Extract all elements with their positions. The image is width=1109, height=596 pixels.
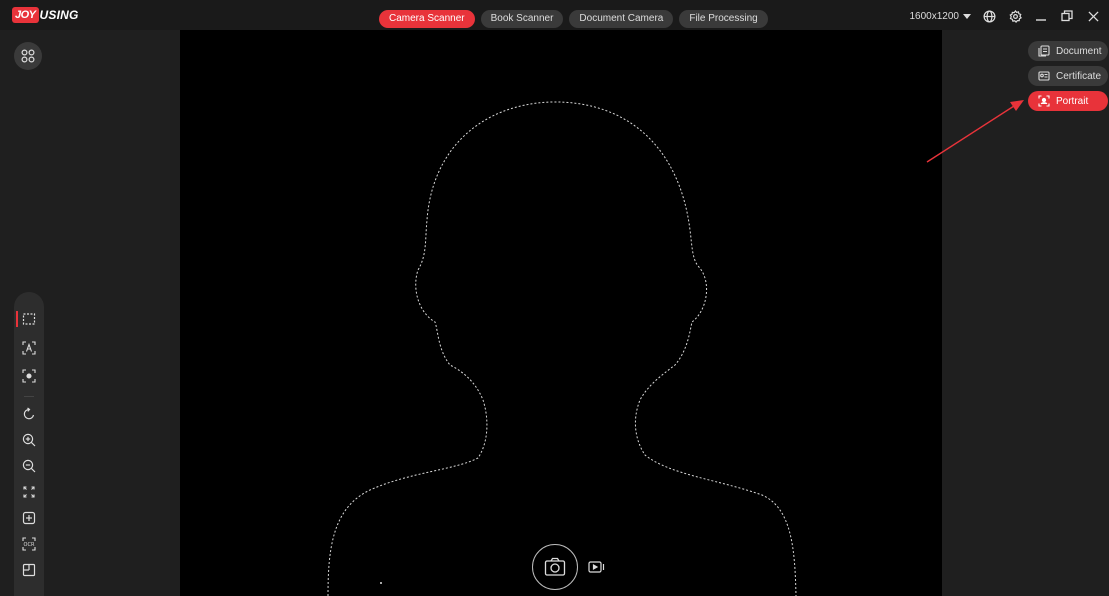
crop-center-icon: [22, 369, 36, 383]
svg-text:OCR: OCR: [24, 542, 35, 548]
capture-button[interactable]: [532, 544, 578, 590]
window-controls: 1600x1200: [910, 8, 1102, 24]
certificate-icon: [1038, 71, 1050, 81]
tab-book-scanner[interactable]: Book Scanner: [480, 10, 564, 28]
resolution-dropdown[interactable]: 1600x1200: [909, 10, 971, 22]
portrait-guide-outline: [327, 101, 797, 596]
logo-mark: JOY: [12, 7, 39, 23]
app-logo: JOY USING: [12, 6, 79, 24]
dropdown-arrow-icon: [963, 13, 971, 19]
zoom-out-icon: [22, 459, 36, 473]
crop-text-icon: [22, 341, 36, 355]
focus-icon: [22, 511, 36, 525]
rotate-tool[interactable]: [14, 403, 44, 425]
rotate-icon: [23, 407, 35, 420]
scene-certificate-button[interactable]: Certificate: [1028, 66, 1108, 86]
crop-auto-tool[interactable]: [14, 308, 44, 330]
left-panel: OCR: [0, 30, 180, 596]
crop-text-tool[interactable]: [14, 337, 44, 359]
zoom-out-tool[interactable]: [14, 455, 44, 477]
fit-screen-tool[interactable]: [14, 481, 44, 503]
scene-document-button[interactable]: Document: [1028, 41, 1108, 61]
zoom-in-tool[interactable]: [14, 429, 44, 451]
tab-camera-scanner[interactable]: Camera Scanner: [379, 10, 475, 28]
active-indicator: [16, 311, 18, 327]
resolution-value: 1600x1200: [909, 10, 960, 22]
toolbar-divider: [24, 396, 34, 397]
focus-tool[interactable]: [14, 507, 44, 529]
ocr-tool[interactable]: OCR: [14, 533, 44, 555]
logo-text: USING: [39, 8, 79, 22]
camera-viewport[interactable]: [180, 30, 942, 596]
scene-portrait-label: Portrait: [1056, 95, 1089, 107]
document-icon: [1038, 45, 1050, 57]
scene-document-label: Document: [1056, 45, 1102, 57]
left-toolbar: OCR: [14, 292, 44, 596]
focus-dot: [380, 582, 382, 584]
layout-icon: [22, 563, 36, 577]
right-panel: Document Certificate Portrait: [942, 30, 1109, 596]
apps-grid-icon: [21, 49, 35, 63]
restore-icon[interactable]: [1059, 8, 1075, 24]
record-video-button[interactable]: [586, 558, 608, 576]
layout-tool[interactable]: [14, 559, 44, 581]
apps-menu-button[interactable]: [14, 42, 42, 70]
portrait-icon: [1038, 95, 1050, 107]
fit-screen-icon: [23, 486, 35, 498]
globe-icon[interactable]: [981, 8, 997, 24]
video-icon: [588, 561, 605, 573]
minimize-icon[interactable]: [1033, 8, 1049, 24]
crop-center-tool[interactable]: [14, 365, 44, 387]
zoom-in-icon: [22, 433, 36, 447]
mode-tabs: Camera Scanner Book Scanner Document Cam…: [379, 10, 768, 28]
settings-icon[interactable]: [1007, 8, 1023, 24]
camera-icon: [544, 557, 566, 576]
title-bar: JOY USING Camera Scanner Book Scanner Do…: [0, 0, 1109, 30]
scene-certificate-label: Certificate: [1056, 70, 1102, 82]
tab-document-camera[interactable]: Document Camera: [569, 10, 674, 28]
tab-file-processing[interactable]: File Processing: [679, 10, 768, 28]
crop-auto-icon: [22, 313, 36, 325]
scene-portrait-button[interactable]: Portrait: [1028, 91, 1108, 111]
close-icon[interactable]: [1085, 8, 1101, 24]
ocr-icon: OCR: [22, 537, 36, 551]
